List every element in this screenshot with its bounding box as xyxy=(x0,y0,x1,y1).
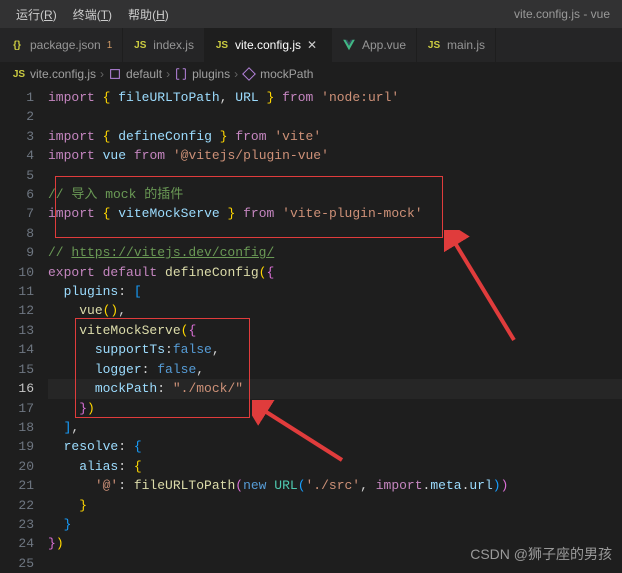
code-line[interactable] xyxy=(48,107,622,126)
code-line[interactable] xyxy=(48,166,622,185)
code-line[interactable] xyxy=(48,224,622,243)
code-area[interactable]: import { fileURLToPath, URL } from 'node… xyxy=(48,86,622,572)
code-line[interactable]: mockPath: "./mock/" xyxy=(48,379,622,398)
js-icon: JS xyxy=(215,38,229,52)
code-line[interactable]: } xyxy=(48,496,622,515)
chevron-right-icon: › xyxy=(166,67,170,81)
breadcrumb-item[interactable]: mockPath xyxy=(260,67,313,81)
code-line[interactable]: '@': fileURLToPath(new URL('./src', impo… xyxy=(48,476,622,495)
code-line[interactable]: import vue from '@vitejs/plugin-vue' xyxy=(48,146,622,165)
code-line[interactable]: vue(), xyxy=(48,301,622,320)
symbol-icon xyxy=(108,67,122,81)
code-line[interactable]: import { fileURLToPath, URL } from 'node… xyxy=(48,88,622,107)
chevron-right-icon: › xyxy=(100,67,104,81)
menubar-items: 运行(R) 终端(T) 帮助(H) xyxy=(8,2,177,27)
editor[interactable]: 1234567891011121314151617181920212223242… xyxy=(0,86,622,572)
menubar: 运行(R) 终端(T) 帮助(H) vite.config.js - vue xyxy=(0,0,622,28)
code-line[interactable]: viteMockServe({ xyxy=(48,321,622,340)
breadcrumb[interactable]: JS vite.config.js › default › plugins › … xyxy=(0,62,622,86)
array-icon xyxy=(174,67,188,81)
js-icon: JS xyxy=(133,38,147,52)
tab-label: vite.config.js xyxy=(235,38,301,52)
tab-label: main.js xyxy=(447,38,485,52)
menu-help[interactable]: 帮助(H) xyxy=(120,2,177,27)
tab-main-js[interactable]: JS main.js xyxy=(417,28,496,62)
code-line[interactable]: ], xyxy=(48,418,622,437)
code-line[interactable]: supportTs:false, xyxy=(48,340,622,359)
chevron-right-icon: › xyxy=(234,67,238,81)
code-line[interactable]: logger: false, xyxy=(48,360,622,379)
breadcrumb-item[interactable]: plugins xyxy=(192,67,230,81)
menu-run[interactable]: 运行(R) xyxy=(8,2,65,27)
breadcrumb-item[interactable]: default xyxy=(126,67,162,81)
tab-index-js[interactable]: JS index.js xyxy=(123,28,205,62)
tab-label: package.json xyxy=(30,38,101,52)
vue-icon xyxy=(342,38,356,52)
code-line[interactable]: alias: { xyxy=(48,457,622,476)
tab-label: App.vue xyxy=(362,38,406,52)
menu-terminal[interactable]: 终端(T) xyxy=(65,2,120,27)
tab-package-json[interactable]: {} package.json 1 xyxy=(0,28,123,62)
editor-tabs: {} package.json 1 JS index.js JS vite.co… xyxy=(0,28,622,62)
code-line[interactable]: } xyxy=(48,515,622,534)
code-line[interactable]: // 导入 mock 的插件 xyxy=(48,185,622,204)
tab-vite-config-js[interactable]: JS vite.config.js ✕ xyxy=(205,28,332,62)
modified-indicator: 1 xyxy=(107,40,113,51)
method-icon xyxy=(242,67,256,81)
breadcrumb-item[interactable]: vite.config.js xyxy=(30,67,96,81)
json-icon: {} xyxy=(10,38,24,52)
window-title: vite.config.js - vue xyxy=(514,7,614,21)
code-line[interactable]: plugins: [ xyxy=(48,282,622,301)
code-line[interactable]: import { defineConfig } from 'vite' xyxy=(48,127,622,146)
code-line[interactable]: import { viteMockServe } from 'vite-plug… xyxy=(48,204,622,223)
close-icon[interactable]: ✕ xyxy=(307,38,321,52)
code-line[interactable]: export default defineConfig({ xyxy=(48,263,622,282)
code-line[interactable]: resolve: { xyxy=(48,437,622,456)
code-line[interactable]: // https://vitejs.dev/config/ xyxy=(48,243,622,262)
tab-app-vue[interactable]: App.vue xyxy=(332,28,417,62)
js-icon: JS xyxy=(12,67,26,81)
code-line[interactable]: }) xyxy=(48,399,622,418)
js-icon: JS xyxy=(427,38,441,52)
watermark: CSDN @狮子座的男孩 xyxy=(470,544,612,564)
tab-label: index.js xyxy=(153,38,194,52)
line-number-gutter: 1234567891011121314151617181920212223242… xyxy=(0,86,48,572)
